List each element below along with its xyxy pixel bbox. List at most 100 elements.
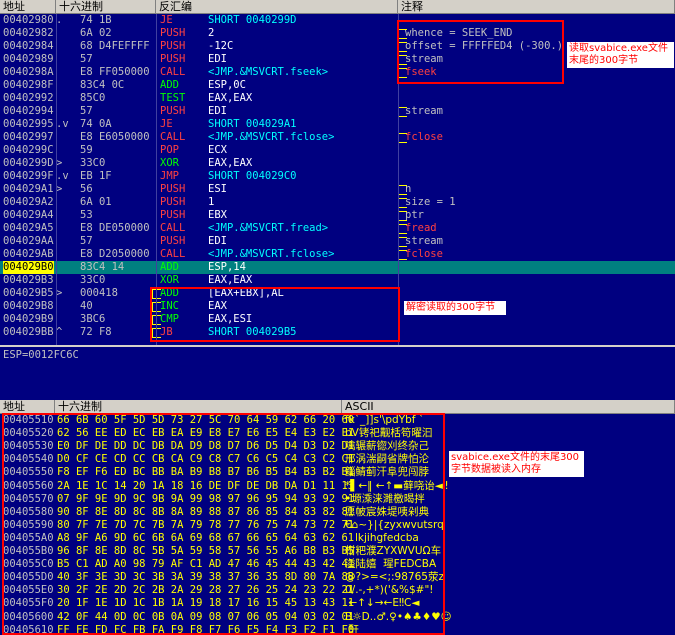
- row-hex-bytes: E8 FF050000: [80, 66, 150, 78]
- dump-annotation-label: svabice.exe文件的末尾300字节数据被读入内存: [449, 451, 584, 477]
- disasm-row[interactable]: 004029AB E8 D2050000 CALL <JMP.&MSVCRT.fclo…: [0, 248, 675, 261]
- row-address: 004029B5: [3, 287, 54, 299]
- row-address: 004029A5: [3, 222, 54, 234]
- col-header-disasm[interactable]: 反汇编: [156, 0, 398, 14]
- row-mnemonic: ADD: [160, 261, 179, 273]
- row-address: 00402984: [3, 40, 54, 52]
- comment-bracket: [398, 133, 407, 143]
- row-hex-bytes: 6A 01: [80, 196, 112, 208]
- disasm-row[interactable]: 0040298F 83C4 0C ADD ESP,0C: [0, 79, 675, 92]
- decrypt-loop-box: [150, 287, 400, 342]
- row-operand: SHORT 004029C0: [208, 170, 297, 182]
- row-mnemonic: PUSH: [160, 53, 186, 65]
- comment-bracket: [398, 185, 407, 195]
- row-address: 0040299D: [3, 157, 54, 169]
- decrypt-annotation-label: 解密读取的300字节: [404, 301, 506, 315]
- disasm-row[interactable]: 00402982 6A 02 PUSH 2 whence = SEEK_END: [0, 27, 675, 40]
- row-mnemonic: CALL: [160, 66, 186, 78]
- disasm-row[interactable]: 004029A2 6A 01 PUSH 1 size = 1: [0, 196, 675, 209]
- row-hex-bytes: 72 F8: [80, 326, 112, 338]
- row-mnemonic: JMP: [160, 170, 179, 182]
- disasm-row[interactable]: 004029A4 53 PUSH EBX ptr: [0, 209, 675, 222]
- row-operand: ECX: [208, 144, 227, 156]
- row-address: 00402980: [3, 14, 54, 26]
- row-mnemonic: PUSH: [160, 235, 186, 247]
- row-comment: stream: [405, 105, 443, 117]
- row-hex-bytes: 57: [80, 105, 93, 117]
- row-address: 00402997: [3, 131, 54, 143]
- row-operand: <JMP.&MSVCRT.fseek>: [208, 66, 329, 78]
- row-address: 004029AB: [3, 248, 54, 260]
- disasm-row[interactable]: 0040299D >33C0 XOR EAX,EAX: [0, 157, 675, 170]
- row-hex-bytes: 000418: [80, 287, 118, 299]
- row-hex-bytes: 85C0: [80, 92, 106, 104]
- disasm-row[interactable]: 00402995 .v 74 0A JE SHORT 004029A1: [0, 118, 675, 131]
- row-operand: EBX: [208, 209, 227, 221]
- info-pane: ESP=0012FC6C: [0, 345, 675, 398]
- comment-bracket: [398, 250, 407, 260]
- row-hex-bytes: 6A 02: [80, 27, 112, 39]
- row-operand: ESP,0C: [208, 79, 246, 91]
- row-operand: EDI: [208, 235, 227, 247]
- comment-bracket: [398, 224, 407, 234]
- read-annotation-label: 读取svabice.exe文件末尾的300字节: [567, 42, 674, 68]
- row-address: 00402995: [3, 118, 54, 130]
- row-address: 00402994: [3, 105, 54, 117]
- row-hex-bytes: 33C0: [80, 157, 106, 169]
- row-hex-bytes: 68 D4FEFFFF: [80, 40, 150, 52]
- row-comment: size = 1: [405, 196, 456, 208]
- disasm-row[interactable]: 004029B0 83C4 14 ADD ESP,14: [0, 261, 675, 274]
- dump-header-address[interactable]: 地址: [0, 400, 55, 414]
- dump-data-box: [2, 413, 445, 635]
- disasm-row[interactable]: 0040299F .v EB 1F JMP SHORT 004029C0: [0, 170, 675, 183]
- disasm-row[interactable]: 004029AA 57 PUSH EDI stream: [0, 235, 675, 248]
- row-address: 004029A2: [3, 196, 54, 208]
- disasm-row[interactable]: 00402980. 74 1B JE SHORT 0040299D: [0, 14, 675, 27]
- row-hex-bytes: 74 0A: [80, 118, 112, 130]
- row-operand: SHORT 004029A1: [208, 118, 297, 130]
- row-hex-bytes: 83C4 0C: [80, 79, 125, 91]
- row-address: 00402989: [3, 53, 54, 65]
- jump-glyph: .v: [56, 170, 69, 182]
- disasm-row[interactable]: 00402994 57 PUSH EDI stream: [0, 105, 675, 118]
- comment-bracket: [398, 237, 407, 247]
- info-text: ESP=0012FC6C: [3, 349, 79, 361]
- row-address: 004029BB: [3, 326, 54, 338]
- row-comment: stream: [405, 235, 443, 247]
- column-divider: [56, 14, 57, 345]
- row-operand: 1: [208, 196, 215, 208]
- col-header-hex[interactable]: 十六进制: [56, 0, 156, 14]
- row-address: 004029B3: [3, 274, 54, 286]
- row-operand: 2: [208, 27, 215, 39]
- dump-header-hex[interactable]: 十六进制: [55, 400, 342, 414]
- col-header-address[interactable]: 地址: [0, 0, 56, 14]
- row-mnemonic: CALL: [160, 131, 186, 143]
- row-mnemonic: CALL: [160, 248, 186, 260]
- row-mnemonic: JE: [160, 14, 173, 26]
- row-address: 00402982: [3, 27, 54, 39]
- disasm-row[interactable]: 0040299C 59 POP ECX: [0, 144, 675, 157]
- comment-bracket: [398, 211, 407, 221]
- row-hex-bytes: E8 DE050000: [80, 222, 150, 234]
- dump-header-ascii[interactable]: ASCII: [342, 400, 675, 414]
- row-hex-bytes: 56: [80, 183, 93, 195]
- disasm-row[interactable]: 00402997 E8 E6050000 CALL <JMP.&MSVCRT.fclo…: [0, 131, 675, 144]
- row-comment: fclose: [405, 131, 443, 143]
- row-mnemonic: PUSH: [160, 105, 186, 117]
- col-header-comment[interactable]: 注释: [398, 0, 675, 14]
- row-mnemonic: PUSH: [160, 209, 186, 221]
- row-operand: SHORT 0040299D: [208, 14, 297, 26]
- disasm-row[interactable]: 00402992 85C0 TEST EAX,EAX: [0, 92, 675, 105]
- disasm-row[interactable]: 004029A5 E8 DE050000 CALL <JMP.&MSVCRT.frea…: [0, 222, 675, 235]
- row-mnemonic: PUSH: [160, 27, 186, 39]
- row-mnemonic: TEST: [160, 92, 186, 104]
- row-operand: EAX,EAX: [208, 92, 253, 104]
- row-operand: <JMP.&MSVCRT.fclose>: [208, 131, 335, 143]
- row-mnemonic: PUSH: [160, 40, 186, 52]
- disasm-row[interactable]: 004029A1 >56 PUSH ESI n: [0, 183, 675, 196]
- row-address: 0040299C: [3, 144, 54, 156]
- row-operand: ESI: [208, 183, 227, 195]
- row-hex-bytes: 57: [80, 53, 93, 65]
- disasm-row[interactable]: 004029B3 33C0 XOR EAX,EAX: [0, 274, 675, 287]
- row-operand: EAX,EAX: [208, 274, 253, 286]
